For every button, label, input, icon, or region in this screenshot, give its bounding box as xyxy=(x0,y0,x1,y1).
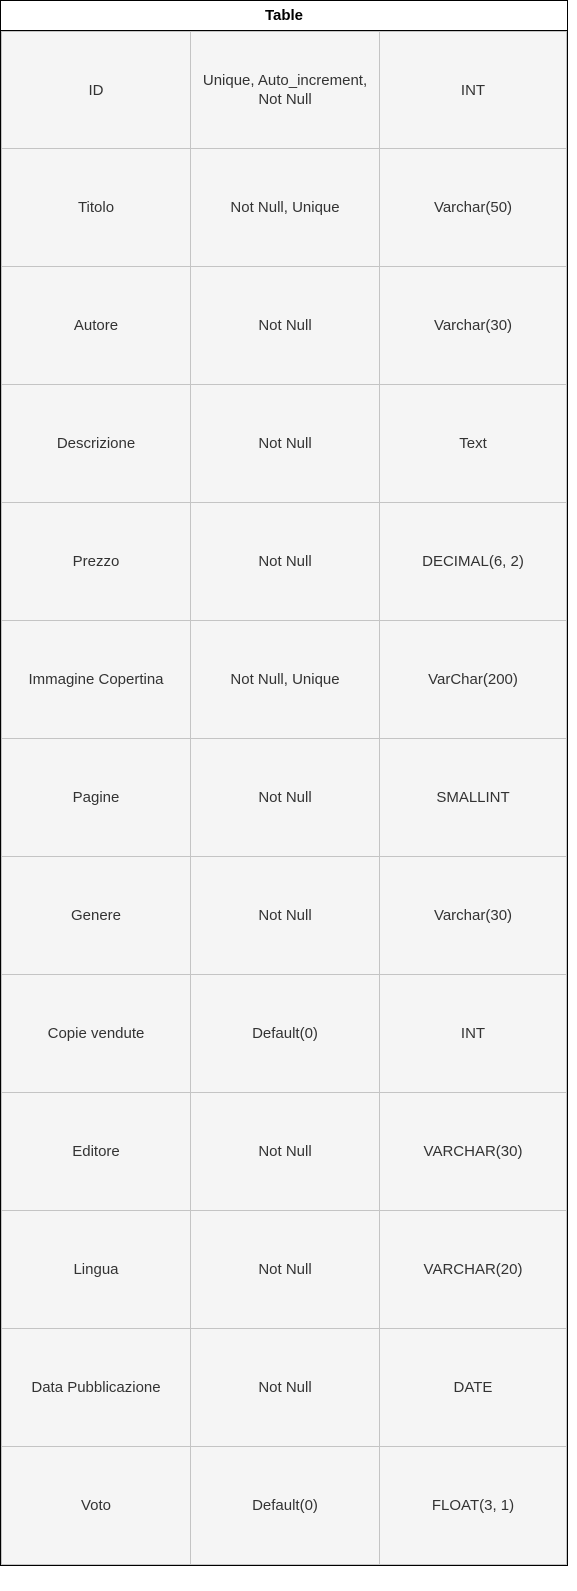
field-constraints-cell: Not Null xyxy=(190,1210,380,1329)
table-title: Table xyxy=(1,1,567,31)
table-row: Editore Not Null VARCHAR(30) xyxy=(1,1092,567,1211)
field-name-cell: Lingua xyxy=(1,1210,191,1329)
field-type-cell: INT xyxy=(379,974,567,1093)
field-type-cell: Varchar(50) xyxy=(379,148,567,267)
field-constraints-cell: Not Null xyxy=(190,856,380,975)
field-type-cell: Varchar(30) xyxy=(379,266,567,385)
field-type-cell: Text xyxy=(379,384,567,503)
table-row: Copie vendute Default(0) INT xyxy=(1,974,567,1093)
field-name-cell: Descrizione xyxy=(1,384,191,503)
field-constraints-cell: Not Null xyxy=(190,502,380,621)
field-type-cell: DATE xyxy=(379,1328,567,1447)
entity-table: Table ID Unique, Auto_increment, Not Nul… xyxy=(0,0,568,1566)
table-row: Pagine Not Null SMALLINT xyxy=(1,738,567,857)
field-constraints-cell: Unique, Auto_increment, Not Null xyxy=(190,31,380,149)
field-constraints-cell: Not Null xyxy=(190,1328,380,1447)
table-row: Genere Not Null Varchar(30) xyxy=(1,856,567,975)
field-constraints-cell: Default(0) xyxy=(190,1446,380,1565)
field-constraints-cell: Not Null, Unique xyxy=(190,620,380,739)
field-type-cell: INT xyxy=(379,31,567,149)
field-name-cell: Prezzo xyxy=(1,502,191,621)
table-row: Voto Default(0) FLOAT(3, 1) xyxy=(1,1446,567,1565)
field-type-cell: DECIMAL(6, 2) xyxy=(379,502,567,621)
field-type-cell: SMALLINT xyxy=(379,738,567,857)
table-row: ID Unique, Auto_increment, Not Null INT xyxy=(1,31,567,149)
field-type-cell: Varchar(30) xyxy=(379,856,567,975)
table-row: Prezzo Not Null DECIMAL(6, 2) xyxy=(1,502,567,621)
field-constraints-cell: Not Null, Unique xyxy=(190,148,380,267)
table-row: Descrizione Not Null Text xyxy=(1,384,567,503)
table-rows: ID Unique, Auto_increment, Not Null INT … xyxy=(1,31,567,1565)
field-name-cell: Voto xyxy=(1,1446,191,1565)
field-type-cell: VARCHAR(20) xyxy=(379,1210,567,1329)
field-name-cell: Autore xyxy=(1,266,191,385)
table-row: Data Pubblicazione Not Null DATE xyxy=(1,1328,567,1447)
field-constraints-cell: Not Null xyxy=(190,738,380,857)
field-name-cell: Immagine Copertina xyxy=(1,620,191,739)
field-constraints-cell: Not Null xyxy=(190,384,380,503)
table-row: Lingua Not Null VARCHAR(20) xyxy=(1,1210,567,1329)
field-constraints-cell: Not Null xyxy=(190,1092,380,1211)
field-name-cell: Titolo xyxy=(1,148,191,267)
field-constraints-cell: Default(0) xyxy=(190,974,380,1093)
field-type-cell: VARCHAR(30) xyxy=(379,1092,567,1211)
field-type-cell: VarChar(200) xyxy=(379,620,567,739)
field-name-cell: Pagine xyxy=(1,738,191,857)
table-row: Titolo Not Null, Unique Varchar(50) xyxy=(1,148,567,267)
field-name-cell: Genere xyxy=(1,856,191,975)
field-name-cell: Editore xyxy=(1,1092,191,1211)
field-name-cell: Copie vendute xyxy=(1,974,191,1093)
field-type-cell: FLOAT(3, 1) xyxy=(379,1446,567,1565)
field-constraints-cell: Not Null xyxy=(190,266,380,385)
table-row: Autore Not Null Varchar(30) xyxy=(1,266,567,385)
field-name-cell: Data Pubblicazione xyxy=(1,1328,191,1447)
table-row: Immagine Copertina Not Null, Unique VarC… xyxy=(1,620,567,739)
field-name-cell: ID xyxy=(1,31,191,149)
